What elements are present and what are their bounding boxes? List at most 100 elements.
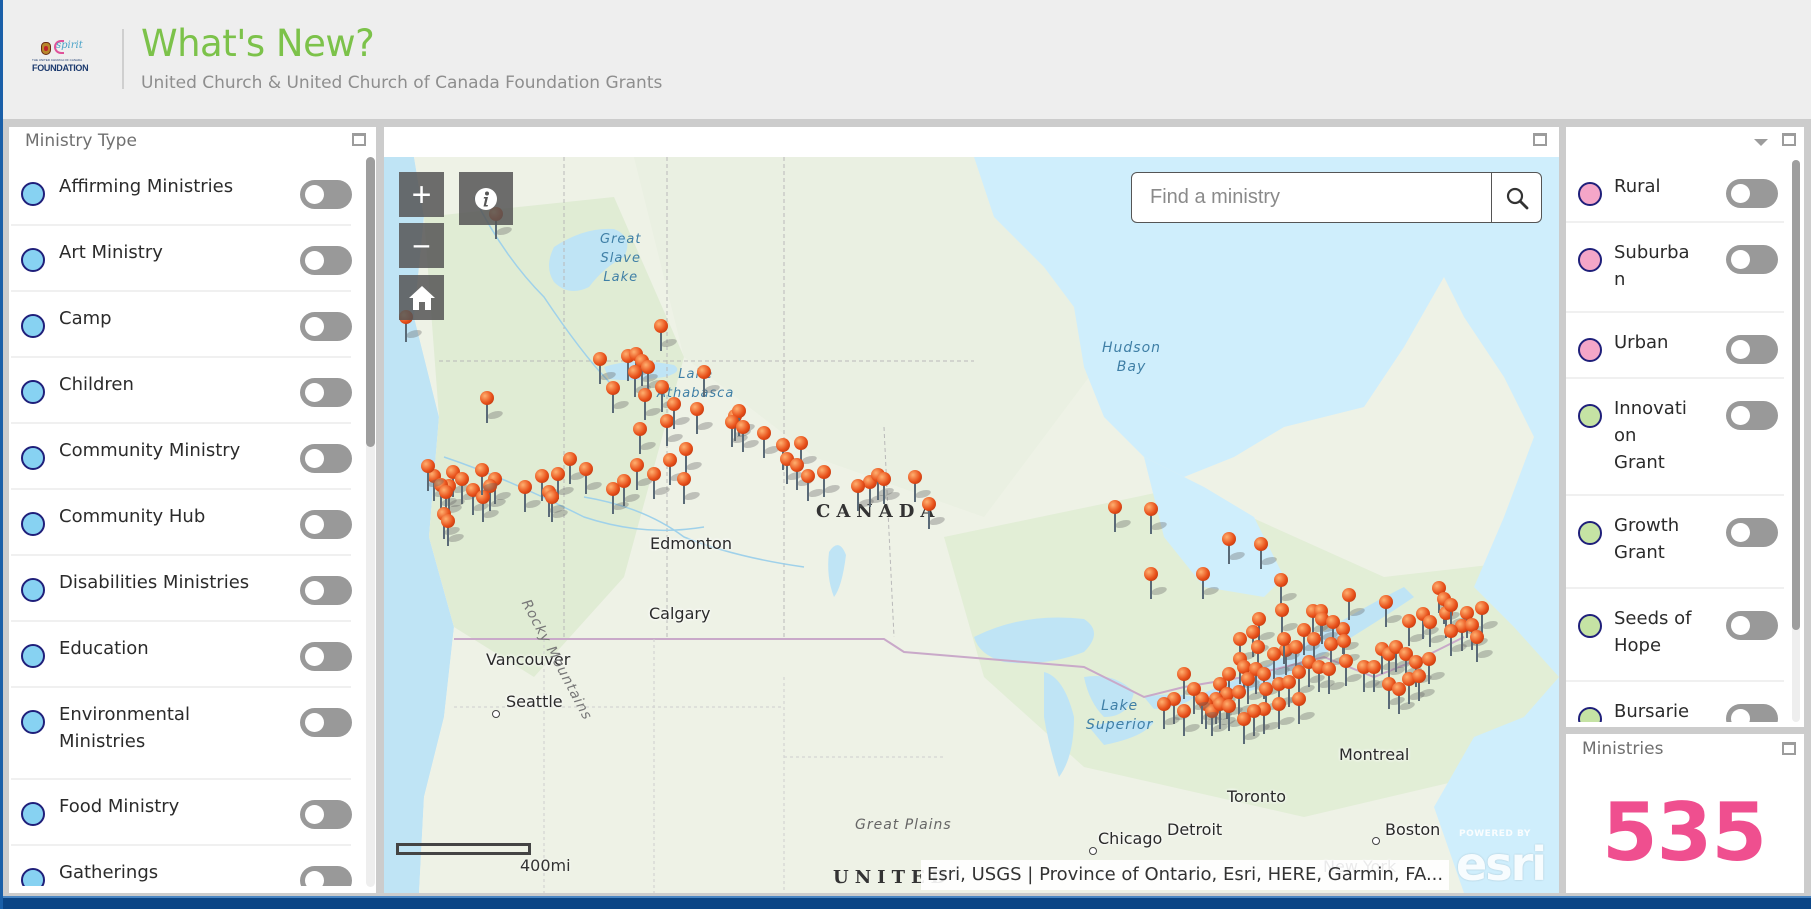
ministry-pin[interactable] — [663, 453, 689, 487]
visibility-toggle[interactable] — [300, 378, 352, 407]
info-button[interactable] — [459, 172, 513, 225]
visibility-toggle[interactable] — [1726, 179, 1778, 208]
ministry-pin[interactable] — [441, 514, 467, 548]
list-item-growth-grant[interactable]: Growth Grant — [1566, 496, 1784, 589]
ministry-pin[interactable] — [690, 402, 716, 436]
ministry-pin[interactable] — [1292, 692, 1318, 726]
map-view[interactable]: Great Slave Lake Lake Athabasca Hudson Bay C… — [384, 157, 1559, 893]
ministry-pin[interactable] — [1237, 712, 1263, 746]
esri-logo[interactable]: POWERED BY esri — [1454, 827, 1554, 891]
visibility-toggle[interactable] — [300, 642, 352, 671]
visibility-toggle[interactable] — [300, 866, 352, 886]
ministry-pin[interactable] — [922, 497, 948, 531]
ministry-pin[interactable] — [1274, 573, 1300, 607]
ministry-pin[interactable] — [638, 388, 664, 422]
scrollbar[interactable] — [1792, 160, 1800, 722]
ministry-pin[interactable] — [817, 465, 843, 499]
ministry-pin[interactable] — [757, 426, 783, 460]
ministry-pin[interactable] — [1470, 630, 1496, 664]
ministry-pin[interactable] — [1108, 500, 1134, 534]
maximize-icon[interactable] — [1782, 133, 1796, 146]
ministry-pin[interactable] — [1177, 704, 1203, 738]
list-item-urban[interactable]: Urban — [1566, 313, 1784, 379]
ministry-pin[interactable] — [667, 397, 693, 431]
ministry-pin[interactable] — [545, 490, 571, 524]
ministry-pin[interactable] — [480, 391, 506, 425]
ministry-pin[interactable] — [630, 458, 656, 492]
visibility-toggle[interactable] — [300, 510, 352, 539]
visibility-toggle[interactable] — [300, 246, 352, 275]
ministry-pin[interactable] — [697, 365, 723, 399]
list-item-community-ministry[interactable]: Community Ministry — [11, 424, 352, 490]
ministry-pin[interactable] — [421, 459, 447, 493]
ministry-pin[interactable] — [1196, 567, 1222, 601]
visibility-toggle[interactable] — [300, 312, 352, 341]
visibility-toggle[interactable] — [1726, 245, 1778, 274]
ministry-pin[interactable] — [908, 470, 934, 504]
list-item-camp[interactable]: Camp — [11, 292, 352, 358]
search-input[interactable] — [1132, 173, 1491, 222]
ministry-pin[interactable] — [633, 422, 659, 456]
maximize-icon[interactable] — [352, 133, 366, 146]
list-item-art-ministry[interactable]: Art Ministry — [11, 226, 352, 292]
ministry-pin[interactable] — [654, 319, 680, 353]
list-item-disabilities-ministries[interactable]: Disabilities Ministries — [11, 556, 352, 622]
ministry-pin[interactable] — [563, 452, 589, 486]
ministry-pin[interactable] — [606, 381, 632, 415]
ministry-pin[interactable] — [877, 472, 903, 506]
scrollbar-thumb[interactable] — [1792, 160, 1800, 630]
ministry-pin[interactable] — [679, 442, 705, 476]
ministry-pin[interactable] — [851, 479, 877, 513]
visibility-toggle[interactable] — [300, 708, 352, 737]
list-item-environmental-ministries[interactable]: Environmental Ministries — [11, 688, 352, 780]
visibility-toggle[interactable] — [300, 444, 352, 473]
visibility-toggle[interactable] — [1726, 611, 1778, 640]
visibility-toggle[interactable] — [1726, 518, 1778, 547]
list-item-bursaries[interactable]: Bursarie — [1566, 682, 1784, 722]
ministry-pin[interactable] — [1157, 697, 1183, 731]
ministry-pin[interactable] — [736, 420, 762, 454]
ministry-pin[interactable] — [1254, 537, 1280, 571]
list-item-food-ministry[interactable]: Food Ministry — [11, 780, 352, 846]
ministry-pin[interactable] — [1402, 614, 1428, 648]
list-item-seeds-of-hope[interactable]: Seeds of Hope — [1566, 589, 1784, 682]
ministry-pin[interactable] — [1241, 672, 1267, 706]
ministry-pin[interactable] — [579, 462, 605, 496]
list-item-rural[interactable]: Rural — [1566, 157, 1784, 223]
visibility-toggle[interactable] — [300, 800, 352, 829]
ministry-pin[interactable] — [1379, 595, 1405, 629]
ministry-pin[interactable] — [1339, 654, 1365, 688]
ministry-pin[interactable] — [475, 463, 501, 497]
scrollbar-thumb[interactable] — [366, 157, 375, 447]
visibility-toggle[interactable] — [300, 180, 352, 209]
ministry-pin[interactable] — [801, 469, 827, 503]
visibility-toggle[interactable] — [1726, 704, 1778, 722]
ministry-pin[interactable] — [1144, 567, 1170, 601]
list-item-innovation-grant[interactable]: Innovati on Grant — [1566, 379, 1784, 496]
home-button[interactable] — [399, 275, 444, 320]
ministry-pin[interactable] — [1342, 588, 1368, 622]
ministry-pin[interactable] — [1222, 532, 1248, 566]
ministry-pin[interactable] — [1423, 615, 1449, 649]
list-item-suburban[interactable]: Suburba n — [1566, 223, 1784, 313]
map-attribution[interactable]: Esri, USGS | Province of Ontario, Esri, … — [921, 860, 1450, 890]
collapse-dropdown-icon[interactable] — [1754, 139, 1768, 146]
list-item-education[interactable]: Education — [11, 622, 352, 688]
maximize-icon[interactable] — [1782, 742, 1796, 755]
foundation-logo[interactable]: spirit THE UNITED CHURCH OF CANADA FOUND… — [32, 38, 92, 78]
search-button[interactable] — [1491, 173, 1541, 222]
ministry-pin[interactable] — [647, 467, 673, 501]
visibility-toggle[interactable] — [300, 576, 352, 605]
list-item-affirming-ministries[interactable]: Affirming Ministries — [11, 160, 352, 226]
zoom-in-button[interactable]: + — [399, 172, 444, 217]
list-item-children[interactable]: Children — [11, 358, 352, 424]
list-item-gatherings[interactable]: Gatherings — [11, 846, 352, 886]
ministry-pin[interactable] — [1412, 669, 1438, 703]
zoom-out-button[interactable]: − — [399, 223, 444, 268]
ministry-pin[interactable] — [606, 482, 632, 516]
ministry-pin[interactable] — [593, 352, 619, 386]
maximize-icon[interactable] — [1533, 133, 1547, 146]
visibility-toggle[interactable] — [1726, 401, 1778, 430]
ministry-pin[interactable] — [518, 480, 544, 514]
list-item-community-hub[interactable]: Community Hub — [11, 490, 352, 556]
